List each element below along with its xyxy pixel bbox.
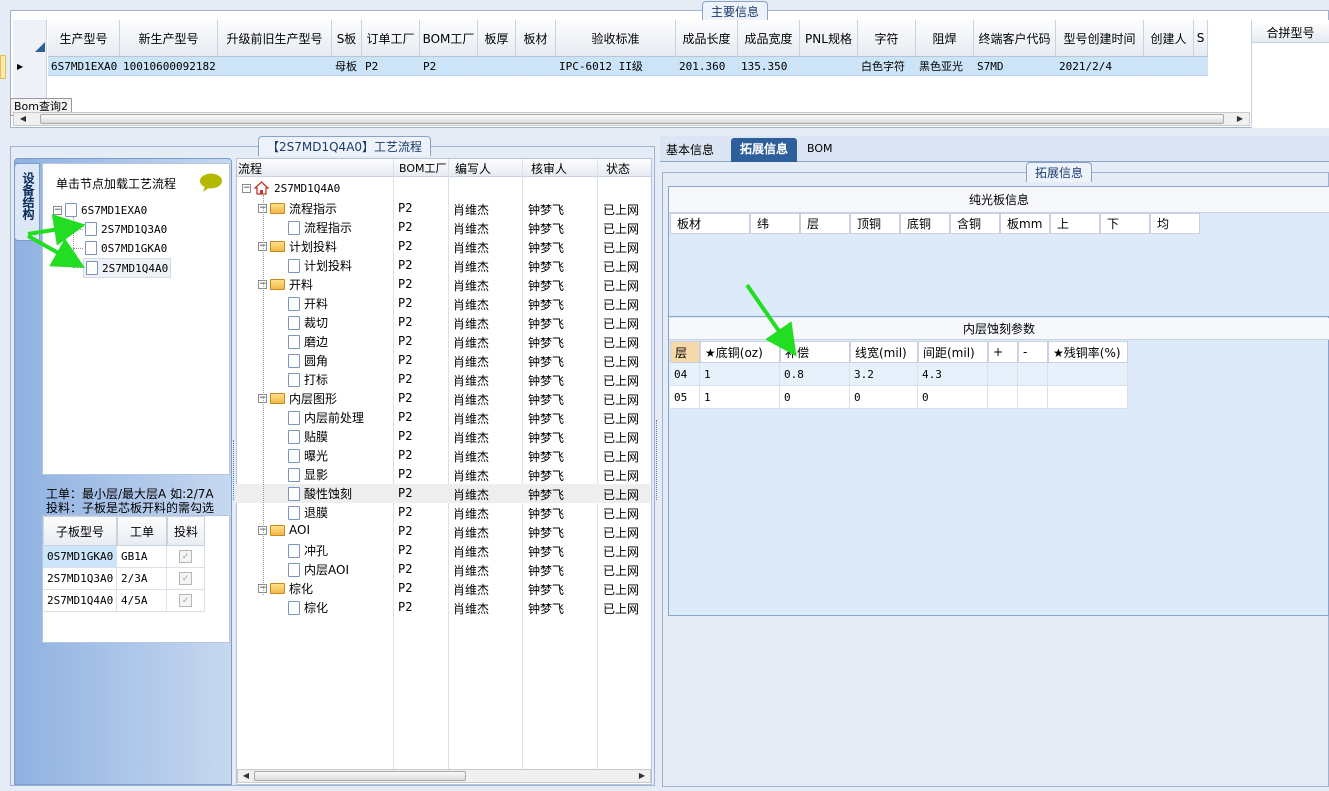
annotation-arrow <box>27 234 85 268</box>
annotation-arrow <box>27 213 86 246</box>
annotation-arrows <box>27 213 797 357</box>
annotation-arrow <box>745 283 797 357</box>
